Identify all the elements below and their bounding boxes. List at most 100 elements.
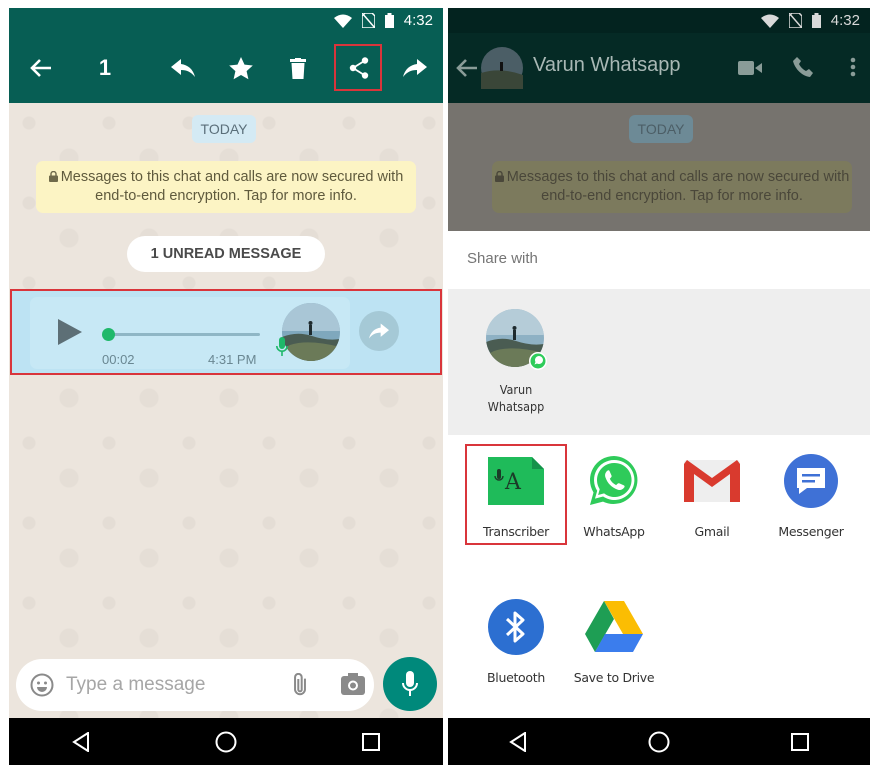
video-call-button[interactable]: [738, 60, 762, 81]
star-icon: [229, 56, 253, 79]
nav-home-button[interactable]: [634, 718, 684, 765]
selected-message-row[interactable]: 00:02 4:31 PM: [10, 289, 442, 375]
forward-button[interactable]: [397, 33, 433, 103]
share-sheet: Share with Varun Whatsapp A Transcriber …: [448, 231, 870, 718]
voice-progress-thumb[interactable]: [102, 328, 115, 341]
share-highlight-frame: [334, 44, 382, 91]
selection-count: 1: [98, 55, 112, 80]
app-label: WhatsApp: [583, 524, 645, 539]
share-sheet-title: Share with: [467, 250, 538, 267]
back-button[interactable]: [23, 33, 59, 103]
chat-area-dimmed: TODAY Messages to this chat and calls ar…: [448, 103, 870, 231]
lock-icon: [494, 170, 504, 182]
attach-button[interactable]: [288, 672, 312, 702]
video-camera-icon: [738, 61, 762, 75]
share-app-messenger[interactable]: Messenger: [761, 451, 861, 539]
delete-button[interactable]: [280, 33, 316, 103]
back-triangle-icon: [72, 731, 90, 752]
chat-header-dimmed: Varun Whatsapp: [448, 33, 870, 103]
back-button[interactable]: [456, 58, 478, 83]
home-circle-icon: [648, 731, 670, 752]
status-time: 4:32: [830, 12, 860, 29]
contact-avatar-icon: [486, 309, 547, 370]
encryption-notice[interactable]: Messages to this chat and calls are now …: [36, 161, 416, 213]
app-label: Gmail: [694, 524, 730, 539]
app-label: Bluetooth: [487, 670, 545, 685]
forward-icon: [403, 59, 427, 77]
camera-icon: [341, 673, 365, 695]
more-options-button[interactable]: [850, 57, 856, 82]
wifi-icon: [760, 14, 779, 28]
voice-record-button[interactable]: [383, 657, 437, 711]
phone-icon: [793, 57, 813, 77]
nav-back-button[interactable]: [493, 718, 543, 765]
nav-back-button[interactable]: [56, 718, 106, 765]
reply-button[interactable]: [165, 33, 201, 103]
voice-duration: 00:02: [102, 352, 135, 367]
nav-home-button[interactable]: [201, 718, 251, 765]
forward-icon: [369, 323, 389, 339]
arrow-left-icon: [456, 59, 477, 77]
encryption-notice: Messages to this chat and calls are now …: [492, 161, 852, 213]
mic-icon: [276, 337, 288, 356]
play-icon: [58, 319, 82, 345]
emoji-icon: [30, 673, 54, 697]
google-drive-icon: [584, 597, 644, 657]
voice-note-mic-badge: [276, 337, 288, 362]
reply-icon: [171, 59, 195, 77]
share-app-bluetooth[interactable]: Bluetooth: [466, 597, 566, 685]
no-sim-icon: [361, 13, 375, 28]
nav-recents-button[interactable]: [775, 718, 825, 765]
app-label: Save to Drive: [573, 670, 655, 685]
share-app-gmail[interactable]: Gmail: [662, 451, 762, 539]
voice-call-button[interactable]: [793, 56, 815, 83]
recents-square-icon: [790, 732, 809, 751]
emoji-button[interactable]: [30, 673, 54, 702]
voice-message-bubble[interactable]: 00:02 4:31 PM: [30, 297, 350, 369]
lock-icon: [48, 170, 58, 182]
right-phone-screen: 4:32 Varun Whatsapp TODAY Messages to th…: [448, 8, 870, 765]
direct-share-area: Varun Whatsapp: [448, 289, 870, 435]
message-input[interactable]: [66, 669, 266, 701]
selection-toolbar: 1: [9, 33, 443, 103]
share-app-whatsapp[interactable]: WhatsApp: [564, 451, 664, 539]
whatsapp-icon: [584, 451, 644, 511]
arrow-left-icon: [30, 59, 51, 77]
gmail-icon: [682, 451, 742, 511]
direct-share-name-line2: Whatsapp: [487, 399, 545, 414]
transcriber-highlight-frame: [465, 444, 567, 545]
avatar-photo-icon: [282, 303, 340, 361]
message-input-bar: [16, 659, 374, 711]
date-chip: TODAY: [192, 115, 256, 143]
camera-button[interactable]: [341, 673, 365, 700]
battery-icon: [811, 13, 821, 28]
battery-icon: [384, 13, 394, 28]
status-bar: 4:32: [9, 8, 443, 33]
back-triangle-icon: [509, 731, 527, 752]
contact-name[interactable]: Varun Whatsapp: [533, 54, 681, 77]
paperclip-icon: [294, 672, 306, 696]
play-button[interactable]: [58, 319, 82, 350]
star-button[interactable]: [223, 33, 259, 103]
quick-forward-button[interactable]: [359, 311, 399, 351]
messenger-icon: [781, 451, 841, 511]
chat-area: TODAY Messages to this chat and calls ar…: [9, 103, 443, 718]
unread-chip: 1 UNREAD MESSAGE: [127, 236, 325, 272]
android-nav-bar: [448, 718, 870, 765]
nav-recents-button[interactable]: [346, 718, 396, 765]
home-circle-icon: [215, 731, 237, 752]
kebab-menu-icon: [850, 57, 856, 77]
sender-avatar: [282, 303, 340, 361]
encryption-text: Messages to this chat and calls are now …: [506, 169, 850, 204]
android-nav-bar: [9, 718, 443, 765]
bluetooth-icon: [486, 597, 546, 657]
contact-avatar: [481, 47, 523, 94]
date-chip: TODAY: [629, 115, 693, 143]
direct-share-name-line1: Varun: [499, 382, 533, 397]
message-time: 4:31 PM: [208, 352, 257, 367]
encryption-text: Messages to this chat and calls are now …: [60, 169, 404, 204]
trash-icon: [290, 57, 306, 79]
share-app-save-to-drive[interactable]: Save to Drive: [564, 597, 664, 685]
avatar-photo-icon: [481, 47, 523, 89]
direct-share-target[interactable]: [486, 309, 547, 370]
